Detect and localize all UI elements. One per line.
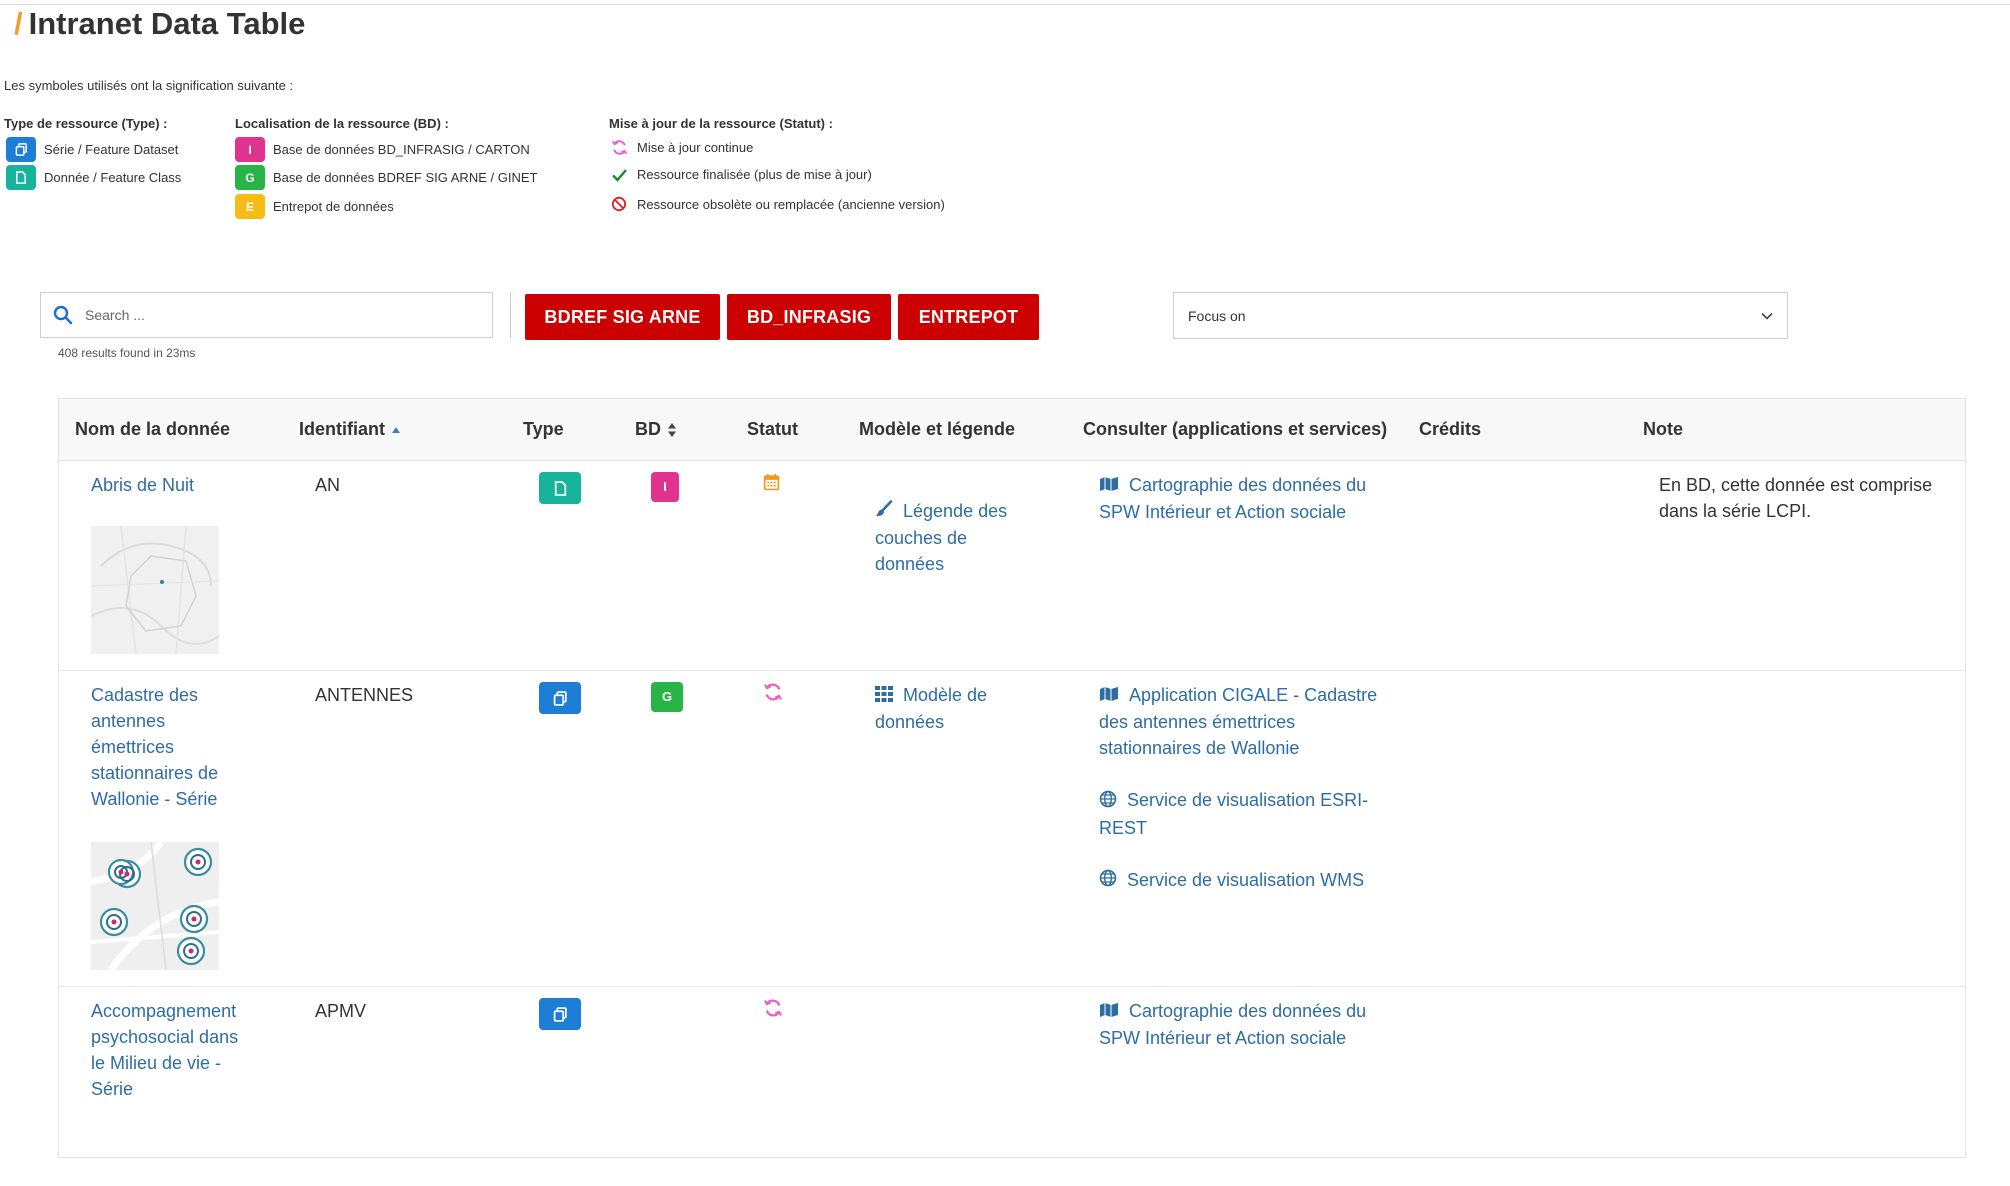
row-thumbnail[interactable] — [91, 526, 219, 654]
row-model-link[interactable]: Légende des couches de données — [875, 498, 1035, 577]
row-name-link[interactable]: Abris de Nuit — [91, 472, 271, 498]
legend-status-heading: Mise à jour de la ressource (Statut) : — [609, 116, 833, 131]
legend-status-final: Ressource finalisée (plus de mise à jour… — [609, 167, 872, 182]
legend-type-feature-class-label: Donnée / Feature Class — [44, 170, 182, 185]
bd-i-badge: I — [235, 137, 265, 162]
bd-g-badge: G — [651, 682, 683, 712]
top-border — [0, 4, 2010, 5]
col-header-statut[interactable]: Statut — [747, 419, 798, 440]
legend-status-obsolete: Ressource obsolète ou remplacée (ancienn… — [609, 196, 945, 212]
row-model-link[interactable]: Modèle de données — [875, 682, 1025, 735]
sync-icon — [763, 998, 783, 1018]
page-title-text: Intranet Data Table — [28, 6, 306, 41]
feature-class-icon — [6, 165, 36, 190]
row-note: En BD, cette donnée est comprise dans la… — [1659, 475, 1933, 521]
search-icon — [53, 305, 73, 325]
col-header-bd[interactable]: BD — [635, 419, 677, 440]
col-header-identifiant[interactable]: Identifiant — [299, 419, 401, 440]
dataset-icon — [539, 682, 581, 714]
page-title: / Intranet Data Table — [14, 6, 305, 42]
sync-icon — [609, 139, 629, 156]
bd-e-badge: E — [235, 194, 265, 219]
table-row: Accompagnement psychosocial dans le Mili… — [59, 986, 1965, 1186]
dataset-icon — [6, 137, 36, 162]
chevron-down-icon — [1761, 312, 1773, 320]
map-icon — [1099, 473, 1119, 499]
search-box[interactable] — [40, 292, 493, 338]
filter-bd-infrasig-button[interactable]: BD_INFRASIG — [727, 294, 891, 340]
grid-icon — [875, 683, 893, 709]
row-thumbnail[interactable] — [91, 842, 219, 970]
legend-status-final-label: Ressource finalisée (plus de mise à jour… — [637, 167, 872, 182]
col-header-note[interactable]: Note — [1643, 419, 1683, 440]
data-table: Nom de la donnée Identifiant Type BD Sta… — [58, 398, 1966, 1158]
legend-status-continuous-label: Mise à jour continue — [637, 140, 754, 155]
legend-bd-infrasig: I Base de données BD_INFRASIG / CARTON — [235, 137, 530, 162]
table-header: Nom de la donnée Identifiant Type BD Sta… — [59, 399, 1965, 461]
table-row: Cadastre des antennes émettrices station… — [59, 670, 1965, 987]
result-count: 408 results found in 23ms — [58, 346, 196, 360]
bd-g-badge: G — [235, 165, 265, 190]
row-service-link[interactable]: Service de visualisation WMS — [1099, 867, 1389, 894]
legend-bd-infrasig-label: Base de données BD_INFRASIG / CARTON — [273, 142, 530, 157]
legend-type-feature-class: Donnée / Feature Class — [6, 165, 181, 190]
title-slash: / — [14, 6, 23, 41]
bd-i-badge: I — [651, 472, 679, 502]
row-identifier: ANTENNES — [315, 685, 414, 705]
row-status-cell — [763, 472, 780, 498]
legend-bd-entrepot-label: Entrepot de données — [273, 199, 394, 214]
legend-bd-heading: Localisation de la ressource (BD) : — [235, 116, 449, 131]
row-type-cell — [539, 998, 581, 1030]
globe-icon — [1099, 868, 1117, 894]
sort-icon[interactable] — [667, 422, 677, 438]
globe-icon — [1099, 789, 1117, 815]
brush-icon — [875, 499, 893, 525]
col-header-type[interactable]: Type — [523, 419, 564, 440]
table-row: Abris de Nuit I Légende des couches de d… — [59, 460, 1965, 671]
sync-icon — [763, 682, 783, 702]
legend-bd-entrepot: E Entrepot de données — [235, 194, 394, 219]
legend-type-dataset: Série / Feature Dataset — [6, 137, 178, 162]
calendar-icon — [763, 473, 780, 491]
row-bd-cell: G — [651, 682, 683, 712]
focus-select[interactable]: Focus on — [1173, 292, 1788, 339]
filter-entrepot-button[interactable]: ENTREPOT — [898, 294, 1039, 340]
legend-intro: Les symboles utilisés ont la significati… — [4, 78, 294, 93]
legend-status-continuous: Mise à jour continue — [609, 139, 753, 156]
legend-status-obsolete-label: Ressource obsolète ou remplacée (ancienn… — [637, 196, 945, 212]
ban-icon — [609, 196, 629, 212]
row-status-cell — [763, 682, 783, 709]
row-status-cell — [763, 998, 783, 1025]
row-service-link[interactable]: Service de visualisation ESRI-REST — [1099, 787, 1389, 840]
legend-type-heading: Type de ressource (Type) : — [4, 116, 168, 131]
focus-select-value: Focus on — [1188, 307, 1246, 324]
col-header-services[interactable]: Consulter (applications et services) — [1083, 419, 1387, 440]
search-input[interactable] — [83, 306, 467, 324]
legend-bd-arne: G Base de données BDREF SIG ARNE / GINET — [235, 165, 537, 190]
filter-bdref-sig-arne-button[interactable]: BDREF SIG ARNE — [525, 294, 720, 340]
map-icon — [1099, 999, 1119, 1025]
row-type-cell — [539, 682, 581, 714]
map-icon — [1099, 683, 1119, 709]
row-identifier: APMV — [315, 1001, 367, 1021]
row-type-cell — [539, 472, 581, 504]
row-name-link[interactable]: Accompagnement psychosocial dans le Mili… — [91, 998, 251, 1102]
row-name-link[interactable]: Cadastre des antennes émettrices station… — [91, 682, 241, 812]
legend-bd-arne-label: Base de données BDREF SIG ARNE / GINET — [273, 170, 538, 185]
toolbar-divider — [510, 292, 511, 338]
row-identifier: AN — [315, 475, 341, 495]
row-service-link[interactable]: Application CIGALE - Cadastre des antenn… — [1099, 682, 1389, 761]
row-service-link[interactable]: Cartographie des données du SPW Intérieu… — [1099, 472, 1389, 525]
sort-asc-icon[interactable] — [391, 426, 401, 434]
col-header-model[interactable]: Modèle et légende — [859, 419, 1015, 440]
row-services: Application CIGALE - Cadastre des antenn… — [1099, 682, 1389, 894]
feature-class-icon — [539, 472, 581, 504]
legend-type-dataset-label: Série / Feature Dataset — [44, 142, 179, 157]
row-bd-cell: I — [651, 472, 679, 502]
col-header-credits[interactable]: Crédits — [1419, 419, 1481, 440]
row-service-link[interactable]: Cartographie des données du SPW Intérieu… — [1099, 998, 1389, 1051]
check-icon — [609, 168, 629, 182]
col-header-name[interactable]: Nom de la donnée — [75, 419, 230, 440]
dataset-icon — [539, 998, 581, 1030]
